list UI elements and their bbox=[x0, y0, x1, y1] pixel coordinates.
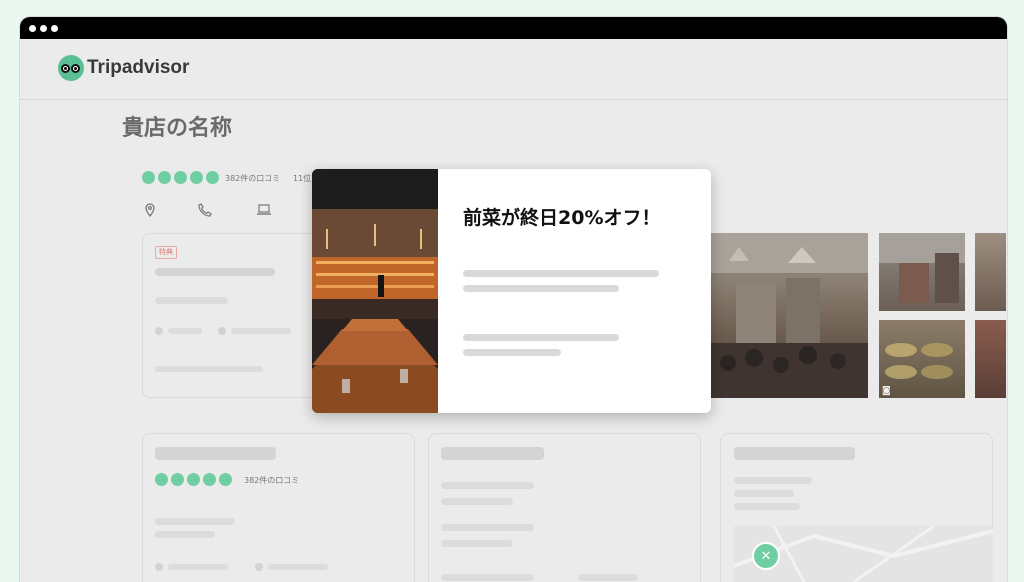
placeholder-dot bbox=[155, 327, 163, 335]
logo-text: Tripadvisor bbox=[87, 57, 190, 78]
placeholder-line bbox=[441, 574, 534, 581]
window-control-dot[interactable] bbox=[51, 24, 58, 32]
placeholder-line bbox=[441, 447, 544, 460]
placeholder-line bbox=[734, 447, 855, 460]
rating-bubble bbox=[155, 473, 168, 486]
business-name: 貴店の名称 bbox=[122, 116, 233, 141]
placeholder-line bbox=[463, 334, 619, 341]
rating-bubble bbox=[158, 171, 171, 184]
placeholder-line bbox=[734, 490, 794, 497]
rating-bubbles bbox=[155, 473, 232, 486]
placeholder-line bbox=[155, 268, 275, 276]
camera-icon[interactable]: ◙ bbox=[882, 386, 891, 396]
rating-bubble bbox=[219, 473, 232, 486]
placeholder-line bbox=[155, 297, 228, 304]
rating-bubble bbox=[206, 171, 219, 184]
placeholder-line bbox=[441, 482, 534, 489]
placeholder-line bbox=[441, 498, 513, 505]
rating-bubble bbox=[187, 473, 200, 486]
fork-knife-icon[interactable]: ✕ bbox=[752, 542, 780, 570]
gallery-photo-main[interactable] bbox=[706, 233, 868, 398]
placeholder-dot bbox=[218, 327, 226, 335]
placeholder-line bbox=[168, 328, 202, 334]
offer-modal[interactable]: 前菜が終日20%オフ！ bbox=[312, 169, 711, 413]
rating-bubble bbox=[171, 473, 184, 486]
placeholder-line bbox=[155, 531, 215, 538]
rating-bubble bbox=[174, 171, 187, 184]
window-control-dot[interactable] bbox=[29, 24, 36, 32]
placeholder-line bbox=[441, 540, 513, 547]
review-count[interactable]: 382件の口コミ bbox=[244, 475, 299, 486]
placeholder-line bbox=[463, 270, 659, 277]
placeholder-line bbox=[441, 524, 534, 531]
ranking-text: 11位 bbox=[293, 174, 312, 183]
placeholder-dot bbox=[155, 563, 163, 571]
tripadvisor-logo[interactable]: Tripadvisor bbox=[58, 55, 189, 81]
placeholder-line bbox=[168, 564, 228, 570]
placeholder-line bbox=[734, 477, 812, 484]
window-titlebar bbox=[20, 17, 1007, 39]
rating-bubbles bbox=[142, 171, 219, 184]
placeholder-line bbox=[463, 285, 619, 292]
placeholder-line bbox=[578, 574, 638, 581]
placeholder-line bbox=[155, 518, 235, 525]
placeholder-dot bbox=[255, 563, 263, 571]
restaurant-photo bbox=[312, 169, 438, 413]
placeholder-line bbox=[155, 366, 263, 372]
offer-badge: 特典 bbox=[155, 246, 177, 259]
placeholder-line bbox=[155, 447, 276, 460]
offer-title: 前菜が終日20%オフ！ bbox=[463, 207, 661, 229]
laptop-icon[interactable] bbox=[256, 204, 272, 220]
placeholder-line bbox=[268, 564, 328, 570]
rating-bubble bbox=[203, 473, 216, 486]
location-pin-icon[interactable] bbox=[144, 203, 156, 221]
gallery-photo[interactable] bbox=[975, 233, 1006, 311]
gallery-photo[interactable]: ◙ bbox=[879, 320, 965, 398]
owl-logo-icon bbox=[58, 55, 84, 81]
placeholder-line bbox=[463, 349, 561, 356]
placeholder-line bbox=[231, 328, 291, 334]
site-header: Tripadvisor bbox=[20, 39, 1007, 100]
placeholder-line bbox=[734, 503, 800, 510]
gallery-photo[interactable] bbox=[975, 320, 1006, 398]
rating-bubble bbox=[142, 171, 155, 184]
window-control-dot[interactable] bbox=[40, 24, 47, 32]
gallery-photo[interactable] bbox=[879, 233, 965, 311]
phone-icon[interactable] bbox=[198, 203, 212, 221]
review-count[interactable]: 382件の口コミ bbox=[225, 173, 280, 184]
rating-bubble bbox=[190, 171, 203, 184]
